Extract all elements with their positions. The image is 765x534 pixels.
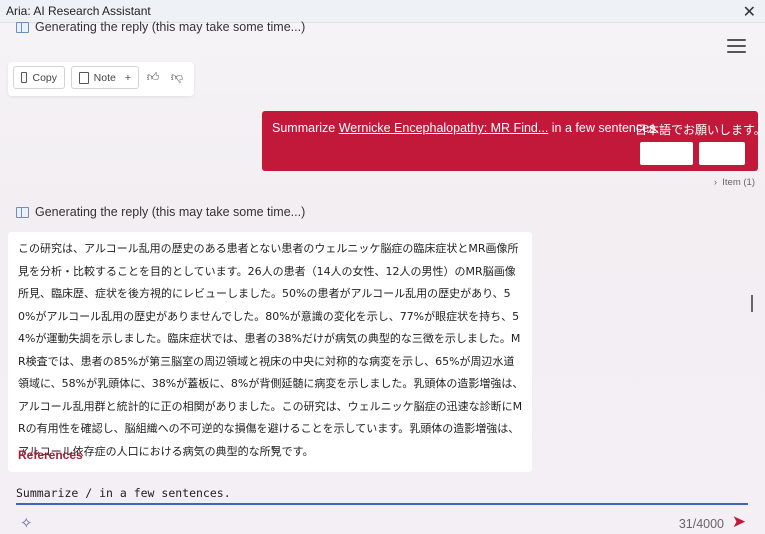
message-action-button-2[interactable]: [699, 142, 745, 165]
message-action-bar: Copy Note + 👍︎ 👎︎: [8, 62, 194, 96]
copy-icon: [21, 70, 36, 83]
user-message-text: Summarize Wernicke Encephalopathy: MR Fi…: [272, 121, 659, 135]
status-generating-mid: Generating the reply (this may take some…: [16, 205, 305, 219]
message-action-button-1[interactable]: [640, 142, 693, 165]
note-plus-icon: +: [124, 71, 131, 84]
window-title: Aria: AI Research Assistant: [6, 4, 151, 18]
char-counter: 31/4000: [678, 517, 724, 531]
chat-input-area: ✧ 31/4000 ➤: [8, 482, 748, 532]
note-button[interactable]: Note +: [71, 66, 139, 89]
send-icon[interactable]: ➤: [732, 512, 746, 532]
scrollbar-thumb[interactable]: [751, 295, 753, 312]
input-underline: [16, 503, 748, 505]
item-count-label: Item (1): [722, 177, 755, 188]
assistant-answer-card: この研究は、アルコール乱用の歴史のある患者とない患者のウェルニッケ脳症の臨床症状…: [8, 232, 532, 472]
item-count[interactable]: › Item (1): [714, 177, 755, 188]
user-message-prefix: Summarize: [272, 121, 336, 135]
copy-label: Copy: [32, 71, 57, 84]
sparkle-icon[interactable]: ✧: [20, 514, 33, 532]
book-icon: [16, 207, 29, 218]
note-label: Note: [93, 71, 116, 84]
answer-text: この研究は、アルコール乱用の歴史のある患者とない患者のウェルニッケ脳症の臨床症状…: [18, 242, 524, 458]
book-icon: [16, 22, 29, 33]
paper-link[interactable]: Wernicke Encephalopathy: MR Find...: [339, 121, 549, 135]
user-message-jp-request: 日本語でお願いします。: [635, 123, 765, 137]
thumbs-down-icon[interactable]: 👎︎: [170, 70, 184, 84]
user-message-bubble: Summarize Wernicke Encephalopathy: MR Fi…: [262, 111, 765, 171]
close-icon[interactable]: ✕: [743, 2, 756, 22]
status-text: Generating the reply (this may take some…: [35, 205, 306, 219]
status-generating-top: Generating the reply (this may take some…: [16, 20, 305, 34]
chat-input[interactable]: [16, 482, 746, 504]
hamburger-menu-icon[interactable]: [727, 39, 746, 53]
copy-button[interactable]: Copy: [13, 66, 65, 89]
note-icon: [79, 71, 89, 84]
references-heading[interactable]: References: [18, 448, 83, 462]
thumbs-up-icon[interactable]: 👍︎: [146, 70, 160, 84]
status-text: Generating the reply (this may take some…: [35, 20, 306, 34]
mouse-cursor-icon: ⇖: [270, 442, 281, 456]
